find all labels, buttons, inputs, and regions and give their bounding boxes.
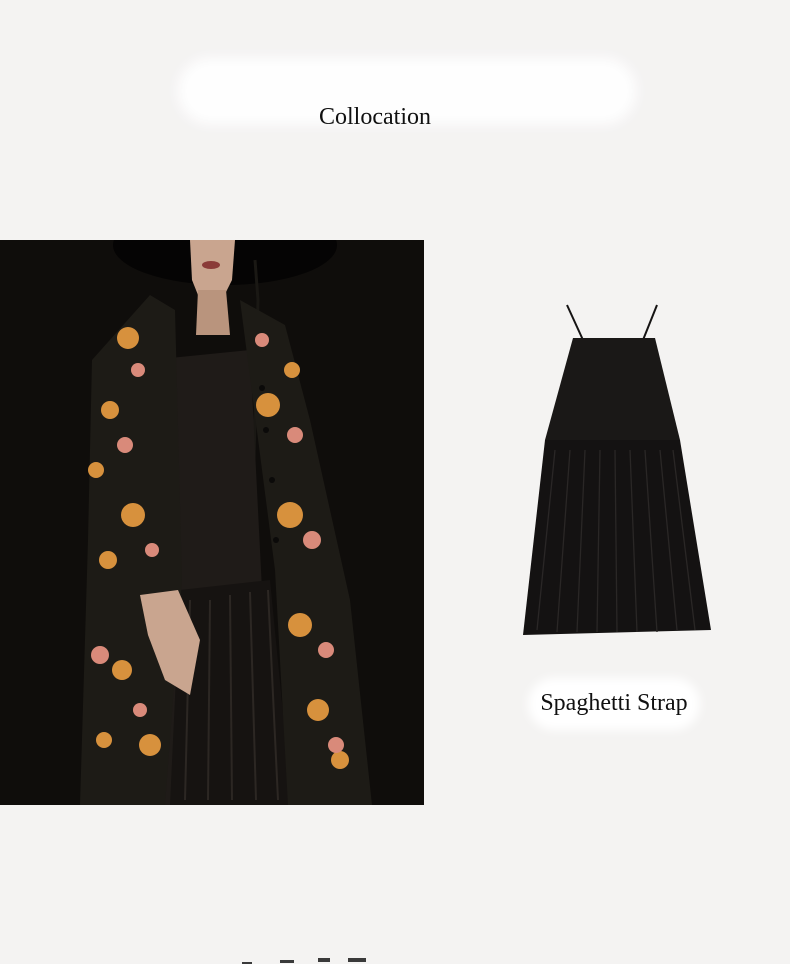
section-title: Collocation (319, 104, 431, 130)
product-photo (515, 300, 715, 650)
product-label: Spaghetti Strap (540, 690, 688, 716)
cropped-text-fragment (230, 948, 400, 964)
model-photo (0, 240, 424, 805)
